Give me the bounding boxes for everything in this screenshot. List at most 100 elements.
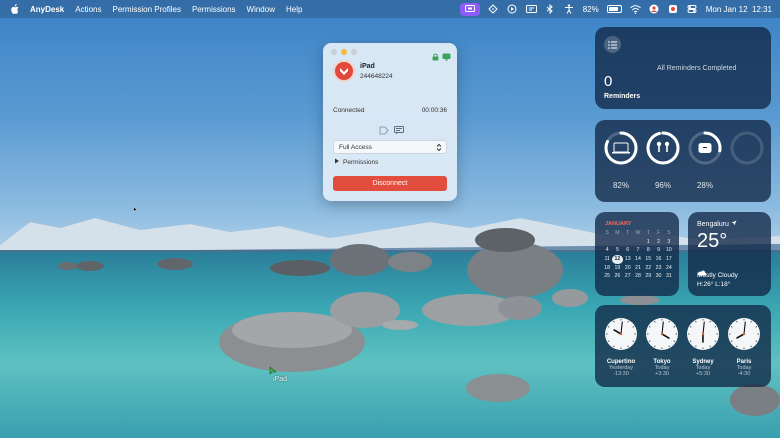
calendar-day: 9 [657, 247, 660, 254]
list-icon[interactable] [604, 36, 621, 53]
calendar-week: 25 26 27 28 29 30 31 [602, 272, 674, 281]
location-icon[interactable] [488, 4, 499, 14]
minimize-button[interactable] [341, 49, 347, 55]
wifi-icon[interactable] [629, 4, 641, 14]
peer-avatar [333, 60, 355, 82]
calendar-today: 12 [612, 255, 623, 264]
weather-widget[interactable]: Bengaluru 25° Mostly Cloudy H:26° L:18° [688, 212, 771, 296]
calendar-month: JANUARY [605, 221, 632, 227]
calendar-day: 28 [635, 273, 641, 280]
zoom-button[interactable] [351, 49, 357, 55]
calendar-day: 8 [646, 247, 650, 254]
clock-offset: -4:30 [737, 371, 751, 377]
laptop-icon [612, 142, 630, 154]
calendar-day: 2 [657, 238, 660, 245]
close-button[interactable] [331, 49, 337, 55]
apple-menu-icon[interactable] [10, 4, 19, 14]
calendar-day: 6 [626, 247, 630, 254]
window-controls [331, 49, 357, 55]
calendar-weekday: T [626, 230, 630, 236]
menu-window[interactable]: Window [247, 5, 275, 14]
mouse-pointer-icon [133, 206, 138, 213]
anydesk-logo-icon [340, 68, 348, 75]
weather-city: Bengaluru [697, 220, 737, 228]
calendar-day: 7 [636, 247, 640, 254]
lock-icon [432, 48, 439, 66]
calendar-day [612, 238, 622, 247]
chat-icon[interactable] [394, 122, 404, 140]
batteries-widget[interactable]: 82% 96% 28% [595, 120, 771, 202]
remote-cursor-icon [269, 366, 277, 375]
display-icon[interactable] [525, 4, 537, 14]
permissions-label: Permissions [343, 158, 379, 166]
reminders-count: 0 [604, 73, 613, 90]
peer-id: 244648224 [360, 73, 393, 80]
screen-icon[interactable] [442, 48, 451, 66]
access-profile-value: Full Access [339, 143, 372, 151]
screen-share-icon[interactable] [459, 2, 480, 16]
battery-airpods: 96% [645, 130, 681, 190]
clock-item: Cupertino Yesterday -13:30 [602, 317, 640, 377]
menu-actions[interactable]: Actions [75, 5, 101, 14]
calendar-day: 16 [655, 256, 662, 263]
menubar-clock[interactable]: Mon Jan 12 12:31 [706, 5, 772, 14]
clock-face-icon [728, 318, 760, 350]
battery-ring [646, 131, 680, 165]
calendar-weekday: M [615, 230, 620, 236]
calendar-day: 30 [655, 273, 662, 280]
session-duration: 00:00:36 [421, 107, 447, 114]
battery-icon[interactable] [606, 5, 622, 13]
calendar-day: 22 [645, 264, 652, 271]
app-menu[interactable]: AnyDesk [30, 5, 64, 14]
calendar-day: 5 [615, 247, 619, 254]
flag-icon[interactable] [668, 4, 679, 14]
calendar-week: 11 12 13 14 15 16 17 [602, 255, 674, 264]
menu-permission-profiles[interactable]: Permission Profiles [112, 5, 180, 14]
calendar-day: 27 [624, 273, 631, 280]
battery-empty-slot [729, 130, 765, 171]
calendar-day [602, 238, 612, 247]
peer-name: iPad [360, 63, 375, 70]
accessibility-icon[interactable] [564, 4, 575, 14]
reminders-message: All Reminders Completed [657, 65, 737, 72]
calendar-weekday: F [656, 230, 661, 236]
file-transfer-icon[interactable] [379, 122, 389, 140]
weather-range: H:26° L:18° [697, 281, 731, 288]
window-status-icons [432, 48, 451, 66]
disclosure-triangle-icon [334, 158, 340, 166]
battery-ring [604, 131, 638, 165]
session-tools [379, 122, 404, 140]
disconnect-button[interactable]: Disconnect [333, 176, 447, 191]
airpods-icon [656, 141, 670, 152]
calendar-day: 19 [614, 264, 621, 271]
battery-value: 96% [654, 181, 671, 190]
menu-help[interactable]: Help [286, 5, 302, 14]
calendar-week: 123 [602, 238, 674, 247]
calendar-day: 26 [614, 273, 621, 280]
calendar-widget[interactable]: JANUARY S M T W T F S 1 2 3 4 5 6 7 8 9 10 11 12 13 14 15 16 17… [595, 212, 679, 296]
calendar-weekday: S [605, 230, 609, 236]
control-center-icon[interactable] [687, 4, 698, 14]
calendar-weekday: T [646, 230, 650, 236]
calendar-day: 29 [645, 273, 652, 280]
clock-item: Paris Today -4:30 [725, 317, 763, 377]
battery-value: 82% [612, 181, 629, 190]
calendar-day: 23 [655, 264, 662, 271]
calendar-week: 4 5 6 7 8 9 10 [602, 246, 674, 255]
menu-bar: AnyDesk Actions Permission Profiles Perm… [0, 0, 780, 18]
menu-permissions[interactable]: Permissions [192, 5, 236, 14]
calendar-day: 1 [646, 238, 650, 245]
calendar-day: 14 [635, 256, 641, 263]
play-icon[interactable] [507, 4, 518, 14]
weather-temperature: 25° [697, 230, 728, 252]
connection-status: Connected [333, 107, 365, 114]
battery-laptop: 82% [603, 130, 639, 190]
permissions-disclosure[interactable]: Permissions [334, 158, 378, 166]
user-icon[interactable] [649, 4, 660, 14]
bluetooth-icon[interactable] [545, 4, 556, 14]
calendar-day: 3 [667, 238, 671, 245]
reminders-widget[interactable]: 0 Reminders All Reminders Completed [595, 27, 771, 109]
calendar-day: 11 [604, 256, 610, 263]
access-profile-select[interactable]: Full Access [333, 140, 447, 154]
world-clock-widget[interactable]: Cupertino Yesterday -13:30 Tokyo Today +… [595, 305, 771, 387]
